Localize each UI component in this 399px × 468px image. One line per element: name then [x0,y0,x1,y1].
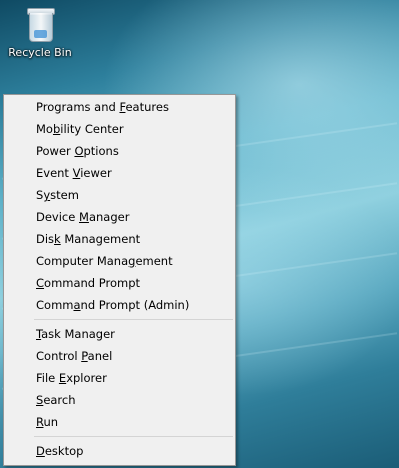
menu-item-control-panel[interactable]: Control Panel [4,345,235,367]
winx-context-menu: Programs and Features Mobility Center Powe… [3,94,236,466]
menu-item-search[interactable]: Search [4,389,235,411]
menu-separator [34,319,233,320]
recycle-bin-label: Recycle Bin [8,46,72,59]
menu-item-file-explorer[interactable]: File Explorer [4,367,235,389]
menu-item-run[interactable]: Run [4,411,235,433]
menu-item-mobility-center[interactable]: Mobility Center [4,118,235,140]
menu-item-system[interactable]: System [4,184,235,206]
menu-item-computer-management[interactable]: Computer Management [4,250,235,272]
menu-item-power-options[interactable]: Power Options [4,140,235,162]
menu-item-programs-and-features[interactable]: Programs and Features [4,96,235,118]
recycle-bin-icon [26,8,55,42]
recycle-bin-body [29,13,53,42]
recycle-bin-desktop-icon[interactable]: Recycle Bin [6,6,74,59]
menu-item-event-viewer[interactable]: Event Viewer [4,162,235,184]
menu-item-command-prompt[interactable]: Command Prompt [4,272,235,294]
menu-separator [34,436,233,437]
menu-item-device-manager[interactable]: Device Manager [4,206,235,228]
menu-item-task-manager[interactable]: Task Manager [4,323,235,345]
menu-item-disk-management[interactable]: Disk Management [4,228,235,250]
menu-item-command-prompt-admin[interactable]: Command Prompt (Admin) [4,294,235,316]
menu-item-desktop[interactable]: Desktop [4,440,235,462]
